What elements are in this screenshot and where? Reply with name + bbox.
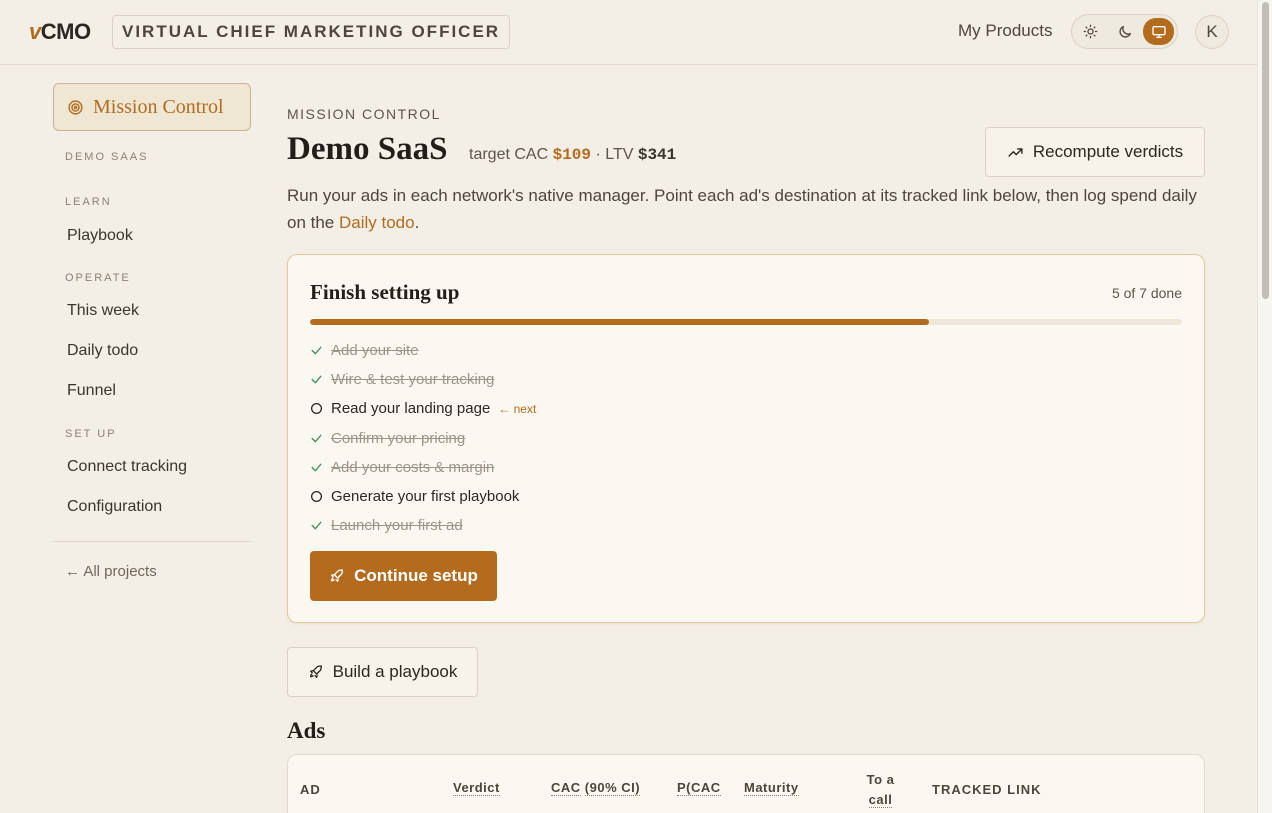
build-playbook-button[interactable]: Build a playbook: [287, 647, 478, 697]
setup-step[interactable]: Generate your first playbook: [310, 482, 536, 511]
ads-table: AD Verdict CAC (90% CI) P(CAC Maturity T…: [287, 754, 1205, 813]
page-scrollbar[interactable]: [1257, 0, 1272, 813]
scrollbar-thumb[interactable]: [1262, 2, 1269, 299]
monitor-icon: [1151, 25, 1166, 38]
recompute-verdicts-button[interactable]: Recompute verdicts: [985, 127, 1205, 177]
system-theme-button[interactable]: [1143, 18, 1174, 45]
setup-step-label: Wire & test your tracking: [331, 371, 495, 389]
mission-control-label: Mission Control: [93, 95, 224, 118]
check-icon: [310, 432, 331, 445]
continue-setup-button[interactable]: Continue setup: [310, 551, 497, 601]
setup-count: 5 of 7 done: [1111, 285, 1182, 301]
user-avatar[interactable]: K: [1195, 15, 1229, 49]
sidebar-item-this-week[interactable]: This week: [67, 302, 139, 320]
target-cac-label: target CAC: [469, 146, 549, 163]
rocket-icon: [331, 569, 344, 582]
setup-step-label: Read your landing page: [331, 400, 491, 418]
next-step-badge: ← next: [498, 401, 537, 416]
circle-icon: [310, 402, 331, 415]
sidebar-divider: [53, 541, 251, 542]
col-p-cac[interactable]: P(CAC: [677, 780, 721, 796]
setup-step-label: Generate your first playbook: [331, 488, 520, 506]
intro-text: Run your ads in each network's native ma…: [287, 186, 1197, 232]
build-playbook-label: Build a playbook: [332, 662, 458, 681]
sidebar-item-configuration[interactable]: Configuration: [67, 498, 162, 516]
setup-step: Confirm your pricing: [310, 424, 536, 453]
sun-icon: [1083, 24, 1098, 39]
target-cac-value: $109: [552, 146, 591, 164]
ltv-label: LTV: [605, 146, 634, 163]
app-tagline: VIRTUAL CHIEF MARKETING OFFICER: [112, 15, 511, 49]
setup-step[interactable]: Read your landing page ← next: [310, 394, 536, 423]
check-icon: [310, 344, 331, 357]
setup-step: Add your costs & margin: [310, 453, 536, 482]
all-projects-link[interactable]: ← All projects: [65, 563, 157, 580]
sidebar-item-funnel[interactable]: Funnel: [67, 382, 116, 400]
dark-theme-button[interactable]: [1109, 18, 1140, 45]
setup-title: Finish setting up: [310, 280, 460, 304]
continue-setup-label: Continue setup: [354, 566, 478, 585]
check-icon: [310, 373, 331, 386]
ltv-value: $341: [637, 146, 677, 164]
sidebar-project-label: DEMO SAAS: [65, 151, 149, 163]
sidebar-item-daily-todo[interactable]: Daily todo: [67, 342, 138, 360]
recompute-verdicts-label: Recompute verdicts: [1032, 142, 1184, 161]
setup-step-label: Launch your first ad: [331, 517, 463, 535]
theme-switcher: [1071, 14, 1178, 49]
col-ad: AD: [300, 782, 321, 797]
sidebar-section-learn: LEARN: [65, 196, 112, 208]
target-metrics: target CAC $109 · LTV $341: [469, 146, 676, 164]
trending-up-icon: [1008, 147, 1023, 157]
my-products-link[interactable]: My Products: [958, 21, 1052, 41]
setup-steps: Add your site Wire & test your tracking Re…: [310, 336, 536, 540]
check-icon: [310, 519, 331, 532]
setup-step-label: Confirm your pricing: [331, 429, 466, 447]
col-verdict[interactable]: Verdict: [453, 780, 500, 796]
sidebar-section-setup: SET UP: [65, 428, 117, 440]
rocket-icon: [309, 665, 322, 678]
setup-progress-fill: [310, 319, 930, 325]
page-kicker: MISSION CONTROL: [287, 106, 441, 122]
moon-icon: [1118, 25, 1131, 38]
col-cac[interactable]: CAC (90% CI): [551, 780, 641, 796]
setup-card: Finish setting up 5 of 7 done Add your s…: [287, 254, 1205, 623]
app-logo[interactable]: vCMO: [29, 19, 91, 45]
metric-separator: ·: [595, 146, 601, 163]
setup-step: Add your site: [310, 336, 536, 365]
page-title: Demo SaaS: [287, 131, 448, 167]
mission-control-button[interactable]: Mission Control: [53, 83, 251, 131]
circle-icon: [310, 490, 331, 503]
sidebar-item-playbook[interactable]: Playbook: [67, 227, 133, 245]
col-maturity[interactable]: Maturity: [744, 780, 799, 796]
col-tracked-link: TRACKED LINK: [932, 782, 1042, 797]
sidebar-section-operate: OPERATE: [65, 272, 131, 284]
setup-step-label: Add your costs & margin: [331, 458, 495, 476]
light-theme-button[interactable]: [1075, 18, 1106, 45]
sidebar-item-connect-tracking[interactable]: Connect tracking: [67, 458, 187, 476]
check-icon: [310, 461, 331, 474]
setup-step: Launch your first ad: [310, 511, 536, 540]
col-to-a-call[interactable]: To a call: [853, 770, 908, 810]
setup-progress-bar: [310, 319, 1182, 325]
daily-todo-link[interactable]: Daily todo: [339, 213, 415, 232]
setup-step-label: Add your site: [331, 342, 419, 360]
top-bar: vCMO VIRTUAL CHIEF MARKETING OFFICER My …: [0, 0, 1257, 65]
ads-heading: Ads: [287, 718, 326, 743]
setup-step: Wire & test your tracking: [310, 365, 536, 394]
target-icon: [68, 99, 83, 115]
